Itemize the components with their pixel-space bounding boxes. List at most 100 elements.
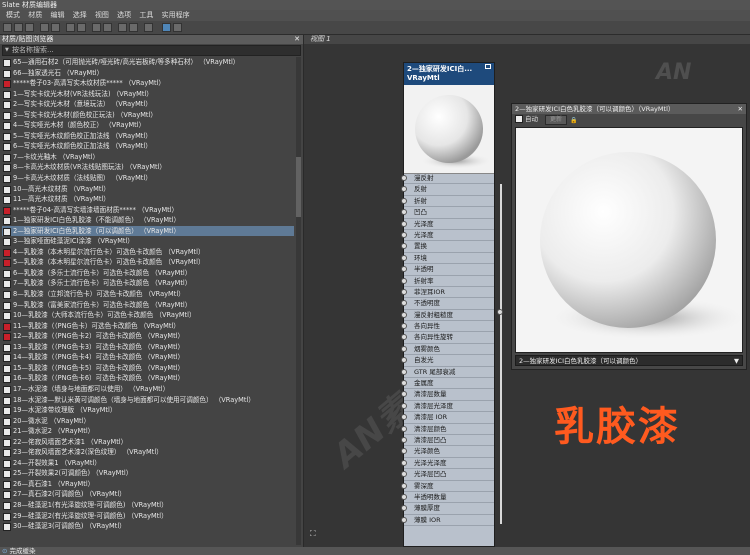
list-item[interactable]: 4—乳胶漆（本木明星尔流行色卡）可选色卡改颜色 （VRayMtl）	[2, 247, 294, 258]
socket-icon[interactable]	[401, 471, 407, 478]
node-slot[interactable]: 光泽层凹凸	[401, 469, 494, 481]
list-item[interactable]: 14—乳胶漆（（PNG色卡4）可选色卡改颜色 （VRayMtl）	[2, 352, 294, 363]
list-item[interactable]: 5—写实哑光木纹颜色校正加法线 （VRayMtl）	[2, 131, 294, 142]
close-icon[interactable]: ✕	[738, 104, 743, 114]
node-slot[interactable]: 各向异性旋转	[401, 332, 494, 344]
node-slot[interactable]: 自发光	[401, 355, 494, 367]
delete-icon[interactable]	[51, 23, 60, 32]
close-icon[interactable]: ✕	[294, 35, 300, 44]
list-item[interactable]: 1—写实卡纹光木材(VR法线玩法) （VRayMtl）	[2, 89, 294, 100]
list-item[interactable]: 15—乳胶漆（（PNG色卡5）可选色卡改颜色 （VRayMtl）	[2, 363, 294, 374]
node-slot[interactable]: 薄膜 IOR	[401, 515, 494, 527]
node-slot[interactable]: 置换	[401, 241, 494, 253]
node-canvas[interactable]: AN AN素材 2—独家研发ICI白... VRayMtl 漫反射 反射 折射 …	[304, 44, 750, 547]
socket-icon[interactable]	[401, 368, 407, 375]
node-slot[interactable]: 凹凸	[401, 207, 494, 219]
node-slot[interactable]: 雾深度	[401, 481, 494, 492]
node-slot[interactable]: 清漆层颜色	[401, 424, 494, 435]
socket-icon[interactable]	[401, 345, 407, 352]
material-node[interactable]: 2—独家研发ICI白... VRayMtl 漫反射 反射 折射 凹凸 光泽度 光泽度 置换环…	[401, 62, 495, 547]
socket-icon[interactable]	[401, 197, 407, 204]
node-slot[interactable]: GTR 尾部衰减	[401, 367, 494, 379]
list-item[interactable]: 3—独家哑面硅藻泥ICI涂漆 （VRayMtl）	[2, 236, 294, 247]
socket-icon[interactable]	[401, 493, 407, 500]
socket-icon[interactable]	[401, 425, 407, 432]
socket-icon[interactable]	[401, 436, 407, 443]
list-item[interactable]: 1—独家研发ICI白色乳胶漆（不能调颜色） （VRayMtl）	[2, 215, 294, 226]
list-item[interactable]: 8—乳胶漆（立邦流行色卡）可选色卡改颜色 （VRayMtl）	[2, 289, 294, 300]
node-slot[interactable]: 不透明度	[401, 298, 494, 310]
socket-icon[interactable]	[401, 459, 407, 466]
list-item[interactable]: 3—写实卡纹光木材(颜色校正玩法) （VRayMtl）	[2, 110, 294, 121]
list-item[interactable]: *****卷子04-高清写实墙漆墙面材质***** （VRayMtl）	[2, 205, 294, 216]
list-item[interactable]: 30—硅藻泥3(可调颜色) （VRayMtl）	[2, 521, 294, 532]
node-slot[interactable]: 光泽颜色	[401, 446, 494, 458]
list-item[interactable]: 27—真石漆2(可调颜色) （VRayMtl）	[2, 489, 294, 500]
socket-icon[interactable]	[401, 334, 407, 341]
parameter-editor-icon[interactable]	[144, 23, 153, 32]
socket-icon[interactable]	[401, 300, 407, 307]
node-header[interactable]: 2—独家研发ICI白... VRayMtl	[404, 63, 494, 85]
list-item[interactable]: 17—水泥漆（墙身与地面都可以使用） （VRayMtl）	[2, 384, 294, 395]
list-item[interactable]: 2—写实卡纹光木材（意境玩法） （VRayMtl）	[2, 99, 294, 110]
list-item[interactable]: 25—开裂效果2(可调颜色) （VRayMtl）	[2, 468, 294, 479]
select-tool-icon[interactable]	[162, 23, 171, 32]
list-item[interactable]: 7—乳胶漆（多乐士流行色卡）可选色卡改颜色 （VRayMtl）	[2, 278, 294, 289]
node-slot[interactable]: 清漆层 IOR	[401, 412, 494, 424]
search-input[interactable]: 按名称搜索...	[2, 45, 301, 56]
sample-type-icon[interactable]	[103, 23, 112, 32]
lock-icon[interactable]: 🔒	[570, 115, 577, 126]
socket-icon[interactable]	[401, 266, 407, 273]
node-slot[interactable]: 漫反射	[401, 173, 494, 185]
list-item[interactable]: 6—写实哑光木纹颜色校正加法线 （VRayMtl）	[2, 141, 294, 152]
node-slot[interactable]: 清漆层光泽度	[401, 401, 494, 413]
show-map-icon[interactable]	[77, 23, 86, 32]
menu-mode[interactable]: 模式	[6, 11, 20, 19]
navigation-icon[interactable]: ⛶	[310, 529, 316, 539]
list-item[interactable]: 13—乳胶漆（（PNG色卡3）可选色卡改颜色 （VRayMtl）	[2, 342, 294, 353]
list-item[interactable]: 10—乳胶漆（大师本流行色卡）可选色卡改颜色 （VRayMtl）	[2, 310, 294, 321]
layout-children-icon[interactable]	[129, 23, 138, 32]
node-slot[interactable]: 漫反射粗糙度	[401, 310, 494, 322]
list-item[interactable]: 4—写实哑光木材（颜色校正） （VRayMtl）	[2, 120, 294, 131]
socket-icon[interactable]	[401, 288, 407, 295]
list-item[interactable]: 19—水泥漆带纹理版 （VRayMtl）	[2, 405, 294, 416]
list-item[interactable]: 2—独家研发ICI白色乳胶漆（可以调颜色） （VRayMtl）	[2, 225, 294, 237]
list-item[interactable]: 65—通用石材2（可用抛光砖/哑光砖/高光岩板砖/等多种石材） （VRayMtl…	[2, 57, 294, 68]
socket-icon[interactable]	[401, 186, 407, 193]
move-children-icon[interactable]	[66, 23, 75, 32]
minimize-icon[interactable]	[485, 64, 491, 69]
background-icon[interactable]	[92, 23, 101, 32]
socket-icon[interactable]	[401, 254, 407, 261]
node-slot[interactable]: 半透明	[401, 264, 494, 276]
list-item[interactable]: 8—卡高光木纹材质(VR法线贴图玩法) （VRayMtl）	[2, 162, 294, 173]
assign-material-icon[interactable]	[25, 23, 34, 32]
node-slot[interactable]: 各向异性	[401, 321, 494, 333]
tab-view-1[interactable]: 视图 1	[310, 35, 331, 43]
list-item[interactable]: 10—高光木纹材质 （VRayMtl）	[2, 184, 294, 195]
node-slot[interactable]: 光泽度	[401, 219, 494, 230]
node-output-socket[interactable]	[497, 309, 503, 315]
node-slot[interactable]: 薄膜厚度	[401, 503, 494, 515]
socket-icon[interactable]	[401, 505, 407, 512]
node-slot[interactable]: 折射	[401, 196, 494, 208]
list-item[interactable]: 24—开裂效果1 （VRayMtl）	[2, 458, 294, 469]
socket-icon[interactable]	[401, 323, 407, 330]
scrollbar-thumb[interactable]	[296, 157, 301, 217]
menu-edit[interactable]: 编辑	[50, 11, 64, 19]
list-item[interactable]: 16—乳胶漆（（PNG色卡6）可选色卡改颜色 （VRayMtl）	[2, 373, 294, 384]
node-slot[interactable]: 菲涅耳IOR	[401, 287, 494, 299]
menu-utilities[interactable]: 实用程序	[162, 11, 190, 19]
node-slot[interactable]: 烟雾颜色	[401, 344, 494, 356]
socket-icon[interactable]	[401, 243, 407, 250]
list-item[interactable]: 21—微水泥2 （VRayMtl）	[2, 426, 294, 437]
put-to-scene-icon[interactable]	[14, 23, 23, 32]
socket-icon[interactable]	[401, 311, 407, 318]
socket-icon[interactable]	[401, 357, 407, 364]
reset-icon[interactable]	[40, 23, 49, 32]
list-item[interactable]: 20—微水泥 （VRayMtl）	[2, 416, 294, 427]
socket-icon[interactable]	[401, 414, 407, 421]
layout-icon[interactable]	[118, 23, 127, 32]
socket-icon[interactable]	[401, 402, 407, 409]
list-item[interactable]: 11—高光木纹材质 （VRayMtl）	[2, 194, 294, 205]
